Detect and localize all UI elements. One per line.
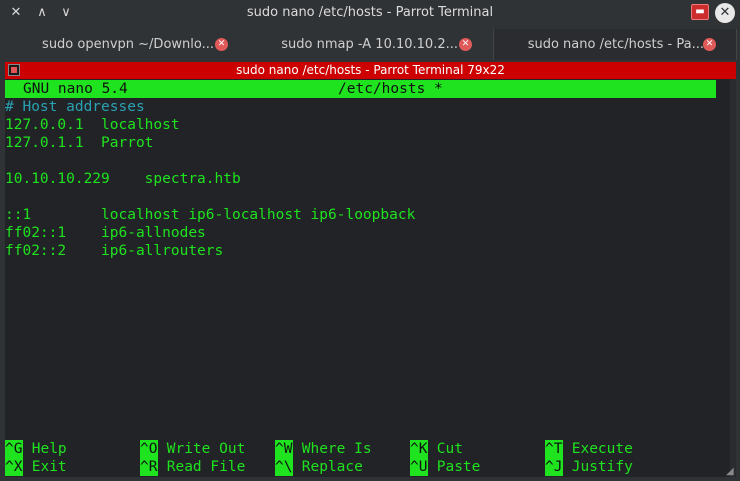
nano-version: GNU nano 5.4 xyxy=(23,81,128,97)
terminal-scrollbar[interactable] xyxy=(730,79,736,477)
terminal-body[interactable]: GNU nano 5.4 /etc/hosts * # Host address… xyxy=(5,79,736,477)
shortcut-label: Execute xyxy=(571,441,633,457)
shortcut-key: ^J xyxy=(545,458,563,476)
shortcut-label: Read File xyxy=(166,459,246,475)
shortcut-label: Help xyxy=(31,441,67,457)
shortcut-key: ^O xyxy=(140,440,158,458)
tab-label: sudo openvpn ~/Downlo... xyxy=(42,37,214,52)
shortcut-key: ^U xyxy=(410,458,428,476)
tab-close-icon[interactable]: ✕ xyxy=(215,38,228,51)
shortcut-help: ^G Help xyxy=(5,440,67,458)
window-titlebar: ✕ ∧ ∨ sudo nano /etc/hosts - Parrot Term… xyxy=(0,0,740,26)
shortcut-label: Cut xyxy=(436,441,463,457)
tab-bar: sudo openvpn ~/Downlo... ✕ sudo nmap -A … xyxy=(0,26,740,62)
shortcut-key: ^X xyxy=(5,458,23,476)
shortcut-key: ^T xyxy=(545,440,563,458)
shortcut-write-out: ^O Write Out xyxy=(140,440,245,458)
file-line: # Host addresses xyxy=(5,99,145,115)
shortcut-label: Exit xyxy=(31,459,67,475)
shortcut-label: Paste xyxy=(436,459,481,475)
shortcut-replace: ^\ Replace xyxy=(275,458,363,476)
tab-openvpn[interactable]: sudo openvpn ~/Downlo... ✕ xyxy=(4,29,248,60)
tab-nmap[interactable]: sudo nmap -A 10.10.10.2... ✕ xyxy=(248,29,492,60)
terminal-header: sudo nano /etc/hosts - Parrot Terminal 7… xyxy=(5,62,736,79)
shortcut-cut: ^K Cut xyxy=(410,440,463,458)
file-line: ff02::2 ip6-allrouters xyxy=(5,243,224,259)
shortcut-key: ^\ xyxy=(275,458,293,476)
window-title: sudo nano /etc/hosts - Parrot Terminal xyxy=(246,5,494,20)
shortcut-key: ^K xyxy=(410,440,428,458)
shortcut-where-is: ^W Where Is xyxy=(275,440,372,458)
shortcut-key: ^R xyxy=(140,458,158,476)
file-line: ff02::1 ip6-allnodes xyxy=(5,225,206,241)
shortcut-paste: ^U Paste xyxy=(410,458,480,476)
shortcut-key: ^W xyxy=(275,440,293,458)
tab-label: sudo nano /etc/hosts - Pa... xyxy=(527,37,704,52)
minimize-icon[interactable]: ▬ xyxy=(691,4,709,20)
shortcut-execute: ^T Execute xyxy=(545,440,633,458)
shortcut-read-file: ^R Read File xyxy=(140,458,245,476)
shortcut-key: ^G xyxy=(5,440,23,458)
shortcut-exit: ^X Exit xyxy=(5,458,67,476)
shortcut-label: Write Out xyxy=(166,441,246,457)
terminal-header-title: sudo nano /etc/hosts - Parrot Terminal 7… xyxy=(236,63,505,77)
tab-close-icon[interactable]: ✕ xyxy=(459,38,472,51)
file-line: 10.10.10.229 spectra.htb xyxy=(5,171,241,187)
nano-title-bar: GNU nano 5.4 /etc/hosts * xyxy=(5,80,716,98)
tab-label: sudo nmap -A 10.10.10.2... xyxy=(281,37,458,52)
shortcut-label: Replace xyxy=(301,459,363,475)
tab-close-icon[interactable]: ✕ xyxy=(703,38,716,51)
tab-nano-hosts[interactable]: sudo nano /etc/hosts - Pa... ✕ xyxy=(493,29,737,60)
close-window-icon[interactable]: ✕ xyxy=(715,3,735,23)
shortcut-justify: ^J Justify xyxy=(545,458,633,476)
shortcut-label: Justify xyxy=(571,459,633,475)
nano-file-name: /etc/hosts * xyxy=(338,81,443,97)
file-line: 127.0.1.1 Parrot xyxy=(5,135,154,151)
resize-grip-icon[interactable]: ◢ xyxy=(726,466,738,478)
file-line: ::1 localhost ip6-localhost ip6-loopback xyxy=(5,207,416,223)
file-line: 127.0.0.1 localhost xyxy=(5,117,180,133)
shortcut-label: Where Is xyxy=(301,441,372,457)
